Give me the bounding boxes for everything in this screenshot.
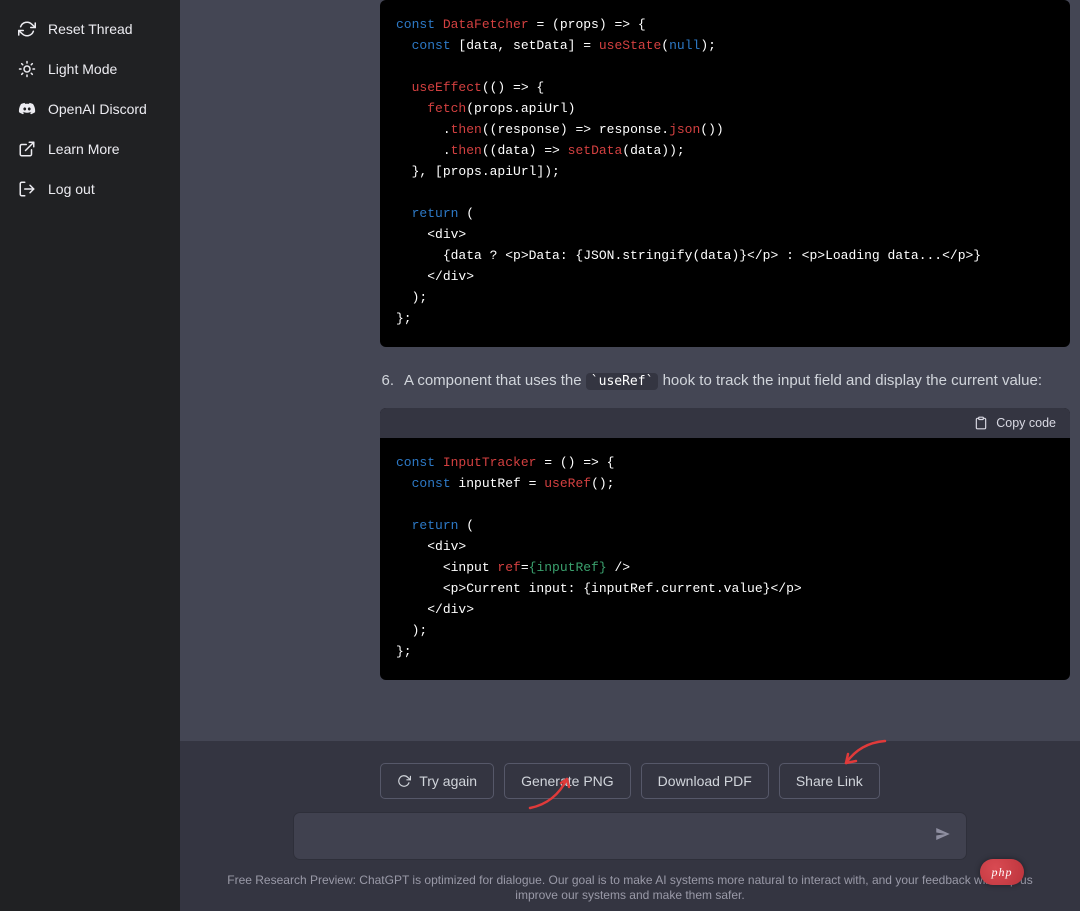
disclaimer-text: Free Research Preview: ChatGPT is optimi…: [210, 873, 1050, 903]
sidebar-item-light-mode[interactable]: Light Mode: [8, 50, 172, 88]
inline-code-useref: `useRef`: [586, 373, 659, 390]
sidebar-item-learn-more[interactable]: Learn More: [8, 130, 172, 168]
sidebar-item-label: Reset Thread: [48, 21, 133, 37]
clipboard-icon: [974, 416, 988, 430]
message-content: const DataFetcher = (props) => { const […: [180, 0, 1080, 741]
chat-input-box[interactable]: [294, 813, 966, 859]
action-buttons: Try again Generate PNG Download PDF Shar…: [380, 763, 880, 799]
logout-icon: [18, 180, 36, 198]
code-block-1: const DataFetcher = (props) => { const […: [380, 0, 1070, 347]
download-pdf-button[interactable]: Download PDF: [641, 763, 769, 799]
sun-icon: [18, 60, 36, 78]
bottom-bar: Try again Generate PNG Download PDF Shar…: [180, 741, 1080, 911]
chat-input[interactable]: [310, 828, 934, 845]
refresh-icon: [397, 774, 411, 788]
sidebar-item-discord[interactable]: OpenAI Discord: [8, 90, 172, 128]
sidebar-item-label: Log out: [48, 181, 95, 197]
list-item-6: 6. A component that uses the `useRef` ho…: [380, 369, 1070, 394]
code-block-2: Copy code const InputTracker = () => { c…: [380, 408, 1070, 680]
list-text: A component that uses the `useRef` hook …: [404, 369, 1070, 394]
sidebar-item-label: Learn More: [48, 141, 120, 157]
generate-png-button[interactable]: Generate PNG: [504, 763, 631, 799]
list-number: 6.: [380, 369, 394, 394]
external-link-icon: [18, 140, 36, 158]
share-link-button[interactable]: Share Link: [779, 763, 880, 799]
code-body-2[interactable]: const InputTracker = () => { const input…: [380, 438, 1070, 680]
main-area: const DataFetcher = (props) => { const […: [180, 0, 1080, 911]
discord-icon: [18, 100, 36, 118]
try-again-button[interactable]: Try again: [380, 763, 494, 799]
code-header: Copy code: [380, 408, 1070, 438]
code-body-1[interactable]: const DataFetcher = (props) => { const […: [380, 0, 1070, 347]
sidebar: Reset Thread Light Mode OpenAI Discord L…: [0, 0, 180, 911]
sidebar-item-label: OpenAI Discord: [48, 101, 147, 117]
send-icon[interactable]: [934, 825, 952, 848]
sidebar-item-log-out[interactable]: Log out: [8, 170, 172, 208]
sidebar-item-reset-thread[interactable]: Reset Thread: [8, 10, 172, 48]
sidebar-item-label: Light Mode: [48, 61, 117, 77]
copy-code-button[interactable]: Copy code: [996, 416, 1056, 430]
refresh-icon: [18, 20, 36, 38]
php-badge: php: [980, 859, 1024, 885]
